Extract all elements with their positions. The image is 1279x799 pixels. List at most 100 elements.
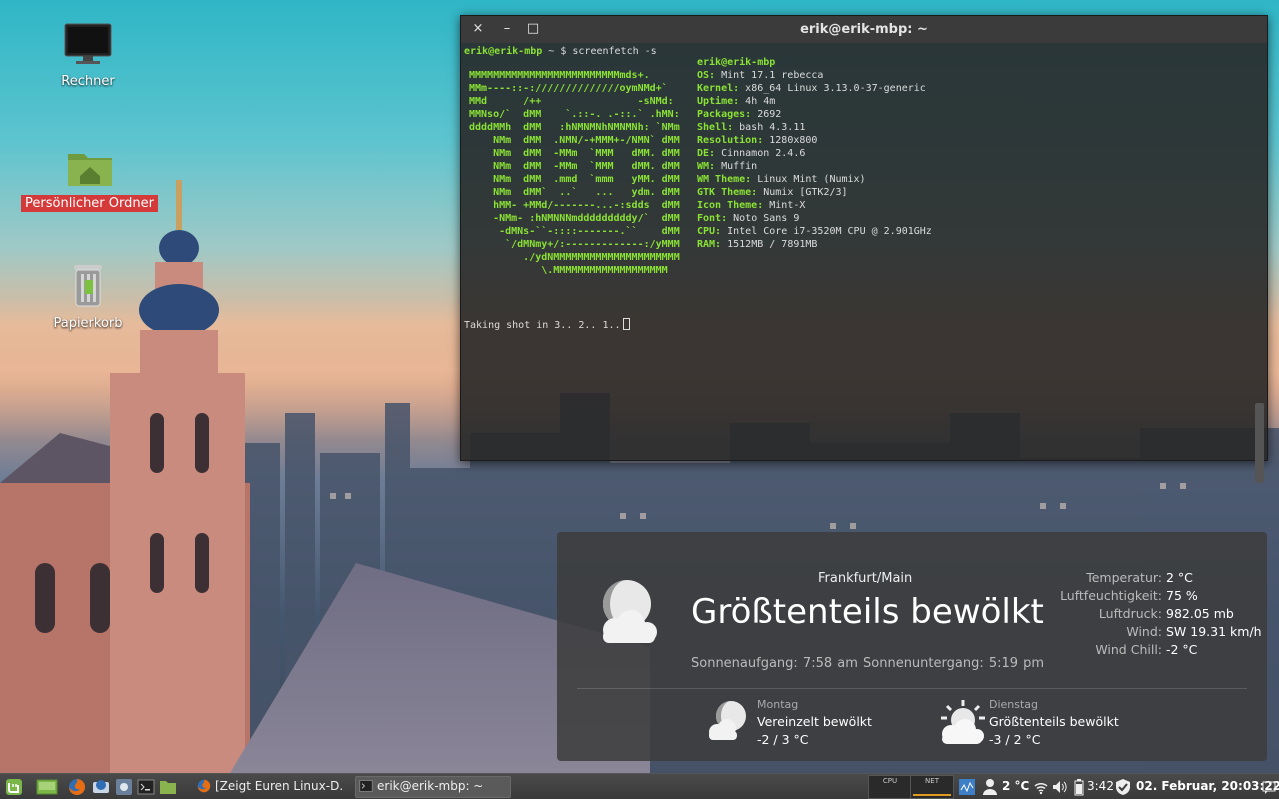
info-value: Noto Sans 9 bbox=[727, 213, 800, 224]
terminal-window[interactable]: × – □ erik@erik-mbp: ~ erik@erik-mbp ~ $… bbox=[460, 15, 1268, 483]
cpu-graph-label: CPU bbox=[882, 777, 898, 785]
volume-icon[interactable] bbox=[1052, 778, 1068, 796]
info-key: Icon Theme: bbox=[697, 200, 764, 211]
weather-stat-row: Luftdruck: 982.05 mb bbox=[1035, 606, 1262, 624]
forecast-divider bbox=[577, 688, 1247, 689]
terminal-title: erik@erik-mbp: ~ bbox=[800, 22, 928, 37]
info-key: WM Theme: bbox=[697, 174, 752, 185]
show-desktop-icon[interactable] bbox=[36, 778, 58, 796]
cpu-graph[interactable]: CPU bbox=[868, 775, 912, 799]
forecast-temp: -2 / 3 °C bbox=[757, 732, 809, 747]
mint-menu-icon[interactable] bbox=[5, 778, 23, 796]
text-cursor bbox=[622, 318, 630, 330]
system-info: erik@erik-mbp OS: Mint 17.1 rebecca Kerne… bbox=[697, 56, 932, 251]
info-value: Numix [GTK2/3] bbox=[757, 187, 848, 198]
weather-stat-value: 75 % bbox=[1166, 588, 1198, 603]
info-value: Linux Mint (Numix) bbox=[751, 174, 866, 185]
net-graph-label: NET bbox=[925, 777, 939, 785]
bottom-panel: [Zeigt Euren Linux-D... erik@erik-mbp: ~… bbox=[0, 773, 1279, 799]
terminal-scrollbar[interactable] bbox=[1255, 403, 1264, 483]
info-row: Kernel: x86_64 Linux 3.13.0-37-generic bbox=[697, 82, 932, 95]
info-key: Shell: bbox=[697, 122, 734, 133]
desktop-icon-trash[interactable]: Papierkorb bbox=[33, 262, 143, 331]
forecast-day: Montag bbox=[757, 698, 799, 711]
battery-icon[interactable] bbox=[1074, 778, 1084, 796]
weather-stat-row: Luftfeuchtigkeit: 75 % bbox=[1035, 588, 1262, 606]
forecast-temp: -3 / 2 °C bbox=[989, 732, 1041, 747]
clock[interactable]: 02. Februar, 20:03:22 bbox=[1136, 779, 1279, 793]
weather-stats: Temperatur: 2 °C Luftfeuchtigkeit: 75 % Luft… bbox=[1035, 570, 1262, 660]
desktop-icon-computer[interactable]: Rechner bbox=[33, 22, 143, 89]
info-key: CPU: bbox=[697, 226, 722, 237]
terminal-launcher-icon[interactable] bbox=[137, 778, 155, 796]
church-image bbox=[0, 373, 250, 773]
weather-applet-temp[interactable]: 2 °C bbox=[1002, 779, 1029, 793]
thunderbird-icon[interactable] bbox=[92, 778, 110, 796]
weather-stat-value: 982.05 mb bbox=[1166, 606, 1234, 621]
trash-icon bbox=[74, 265, 102, 307]
info-value: x86_64 Linux 3.13.0-37-generic bbox=[739, 83, 926, 94]
info-key: Resolution: bbox=[697, 135, 764, 146]
weather-desklet: Frankfurt/Main Größtenteils bewölkt Sonn… bbox=[557, 532, 1267, 761]
desktop-icon-label: Papierkorb bbox=[53, 316, 123, 331]
countdown-text: Taking shot in 3.. 2.. 1.. bbox=[464, 320, 621, 331]
system-monitor-icon[interactable] bbox=[958, 778, 976, 796]
task-label: [Zeigt Euren Linux-D... bbox=[215, 779, 343, 793]
forecast-day: Dienstag bbox=[989, 698, 1039, 711]
terminal-output[interactable]: erik@erik-mbp ~ $ screenfetch -s MMMMMMM… bbox=[461, 43, 1267, 483]
terminal-titlebar[interactable]: × – □ erik@erik-mbp: ~ bbox=[461, 16, 1267, 43]
weather-stat-key: Luftfeuchtigkeit: bbox=[1060, 588, 1162, 603]
weather-stat-key: Luftdruck: bbox=[1098, 606, 1162, 621]
info-key: OS: bbox=[697, 70, 716, 81]
files-icon[interactable] bbox=[159, 778, 177, 796]
update-shield-icon[interactable] bbox=[1115, 778, 1131, 796]
task-browser[interactable]: [Zeigt Euren Linux-D... bbox=[193, 776, 343, 798]
notification-icon[interactable] bbox=[1262, 778, 1276, 796]
weather-stat-key: Wind: bbox=[1126, 624, 1162, 639]
forecast-day-1: Montag Vereinzelt bewölkt -2 / 3 °C bbox=[705, 696, 905, 752]
info-row: Resolution: 1280x800 bbox=[697, 134, 932, 147]
prompt-user: erik@erik-mbp bbox=[464, 46, 543, 57]
home-folder-icon bbox=[67, 154, 112, 186]
prompt-command: ~ $ screenfetch -s bbox=[542, 46, 657, 57]
firefox-icon bbox=[197, 779, 211, 793]
firefox-icon[interactable] bbox=[68, 778, 86, 796]
battery-time: 3:42 bbox=[1087, 779, 1114, 793]
wifi-icon[interactable] bbox=[1034, 778, 1048, 796]
info-value: Muffin bbox=[715, 161, 758, 172]
weather-stat-row: Wind: SW 19.31 km/h bbox=[1035, 624, 1261, 642]
task-terminal[interactable]: erik@erik-mbp: ~ bbox=[355, 776, 511, 798]
desktop-icon-home-folder[interactable]: Persönlicher Ordner bbox=[21, 148, 158, 212]
info-value: Mint 17.1 rebecca bbox=[715, 70, 824, 81]
user-icon[interactable] bbox=[983, 778, 997, 796]
info-value: 1280x800 bbox=[763, 135, 818, 146]
weather-stat-value: -2 °C bbox=[1166, 642, 1198, 657]
weather-stat-value: 2 °C bbox=[1166, 570, 1193, 585]
mint-ascii-logo: MMMMMMMMMMMMMMMMMMMMMMMMMmds+. MMm----::… bbox=[469, 70, 680, 276]
info-key: Kernel: bbox=[697, 83, 740, 94]
info-value: 2692 bbox=[751, 109, 782, 120]
info-row: GTK Theme: Numix [GTK2/3] bbox=[697, 186, 932, 199]
weather-condition: Größtenteils bewölkt bbox=[691, 592, 1044, 632]
info-row: Icon Theme: Mint-X bbox=[697, 199, 932, 212]
info-value: 1512MB / 7891MB bbox=[721, 239, 818, 250]
info-row: OS: Mint 17.1 rebecca bbox=[697, 69, 932, 82]
weather-stat-row: Temperatur: 2 °C bbox=[1035, 570, 1262, 588]
info-row: Packages: 2692 bbox=[697, 108, 932, 121]
info-host: erik@erik-mbp bbox=[697, 57, 776, 68]
sun-times: Sonnenaufgang: 7:58 am Sonnenuntergang: … bbox=[691, 656, 1045, 671]
weather-city: Frankfurt/Main bbox=[818, 571, 913, 586]
net-graph[interactable]: NET bbox=[910, 775, 954, 799]
net-activity-bar bbox=[913, 794, 951, 796]
settings-icon[interactable] bbox=[115, 778, 133, 796]
info-value: 4h 4m bbox=[739, 96, 776, 107]
task-label: erik@erik-mbp: ~ bbox=[377, 779, 484, 793]
info-value: Intel Core i7-3520M CPU @ 2.901GHz bbox=[721, 226, 932, 237]
info-value: Mint-X bbox=[763, 200, 806, 211]
info-key: RAM: bbox=[697, 239, 722, 250]
info-row: Shell: bash 4.3.11 bbox=[697, 121, 932, 134]
screenshot-countdown: Taking shot in 3.. 2.. 1.. bbox=[464, 318, 630, 332]
info-row: CPU: Intel Core i7-3520M CPU @ 2.901GHz bbox=[697, 225, 932, 238]
info-row: Uptime: 4h 4m bbox=[697, 95, 932, 108]
forecast-day-2: Dienstag Größtenteils bewölkt -3 / 2 °C bbox=[937, 696, 1157, 752]
